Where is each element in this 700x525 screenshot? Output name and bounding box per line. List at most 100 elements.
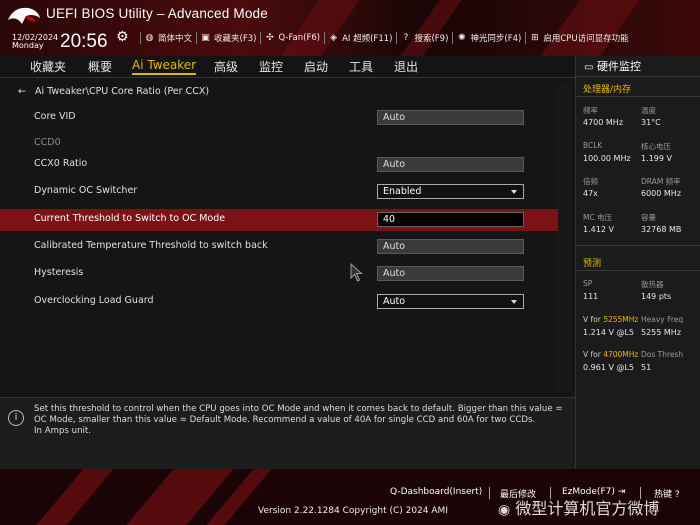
date-display: 12/02/2024 Monday xyxy=(12,34,58,50)
hardware-monitor-title: ▭ 硬件监控 xyxy=(584,58,641,74)
tab-boot[interactable]: 启动 xyxy=(304,58,328,75)
resizable-bar-label: 启用CPU访问显存功能 xyxy=(543,34,629,44)
tab-ai-tweaker[interactable]: Ai Tweaker xyxy=(132,58,197,75)
setting-label-hysteresis[interactable]: Hysteresis xyxy=(34,267,83,278)
v1-value: 1.214 V @L5 xyxy=(583,328,635,337)
ai-overclock-icon: ◈ xyxy=(330,32,338,43)
sp-label: SP xyxy=(583,279,593,288)
v1-prefix: V for xyxy=(583,315,601,324)
v2-value: 0.961 V @L5 xyxy=(583,363,635,372)
day-text: Monday xyxy=(12,41,44,50)
breadcrumb[interactable]: ← Ai Tweaker\CPU Core Ratio (Per CCX) xyxy=(18,86,209,97)
favorites-label: 收藏夹(F3) xyxy=(214,34,257,44)
setting-label-calibrated-temp-threshold[interactable]: Calibrated Temperature Threshold to swit… xyxy=(34,240,268,251)
help-icon: ? xyxy=(403,32,409,43)
time-display[interactable]: 20:56 xyxy=(60,31,108,53)
weibo-watermark: ◉ 微型计算机官方微博 xyxy=(498,495,659,519)
toolbar: ◍ 简体中文 ▣ 收藏夹(F3) ✣ Q-Fan(F6) ◈ AI 超频(F11) ? 搜… xyxy=(140,32,633,44)
core-voltage-value: 1.199 V xyxy=(641,154,672,163)
divider xyxy=(576,76,700,77)
current-threshold-input[interactable]: 40 xyxy=(377,212,524,227)
main-tabs: 收藏夹 概要 Ai Tweaker 高级 监控 启动 工具 退出 xyxy=(0,56,575,78)
dram-freq-value: 6000 MHz xyxy=(641,189,682,198)
memory-icon: ⊞ xyxy=(531,32,539,43)
monitor-icon: ▭ xyxy=(584,62,594,73)
heavy-freq-label: Heavy Freq xyxy=(641,315,684,324)
dram-freq-label: DRAM 频率 xyxy=(641,177,681,186)
hardware-monitor-panel: ▭ 硬件监控 处理器/内存 频率 温度 4700 MHz 31°C BCLK 核… xyxy=(575,56,700,469)
aura-sync-label: 神光同步(F4) xyxy=(470,34,522,44)
qfan-label: Q-Fan(F6) xyxy=(278,33,321,43)
sp-value: 111 xyxy=(583,292,599,301)
cooler-value: 149 pts xyxy=(641,292,672,301)
hardware-monitor-title-text: 硬件监控 xyxy=(596,60,641,73)
dynamic-oc-switcher-value: Enabled xyxy=(383,186,422,197)
heavy-freq-value: 5255 MHz xyxy=(641,328,682,337)
aura-sync-button[interactable]: ✺ 神光同步(F4) xyxy=(452,32,525,44)
freq-value: 4700 MHz xyxy=(583,118,624,127)
watermark-text: 微型计算机官方微博 xyxy=(515,499,660,518)
setting-label-current-threshold[interactable]: Current Threshold to Switch to OC Mode xyxy=(34,213,225,224)
qfan-button[interactable]: ✣ Q-Fan(F6) xyxy=(260,32,324,44)
ai-overclock-label: AI 超频(F11) xyxy=(342,34,393,44)
search-label: 搜索(F9) xyxy=(414,34,449,44)
cpu-memory-section-title: 处理器/内存 xyxy=(583,85,632,95)
setting-label-core-vid[interactable]: Core VID xyxy=(34,111,76,122)
search-button[interactable]: ? 搜索(F9) xyxy=(396,32,452,44)
ccx0-ratio-field[interactable]: Auto xyxy=(377,157,524,172)
v-for-dos-label: V for 4700MHz xyxy=(583,350,638,359)
dos-thresh-value: 51 xyxy=(641,363,652,372)
scrollbar-track[interactable] xyxy=(558,86,573,392)
mc-voltage-value: 1.412 V xyxy=(583,225,614,234)
fan-icon: ✣ xyxy=(266,32,274,43)
bclk-label: BCLK xyxy=(583,141,603,150)
gear-icon[interactable]: ⚙ xyxy=(116,30,130,44)
mc-voltage-label: MC 电压 xyxy=(583,213,613,222)
chevron-down-icon xyxy=(511,190,517,194)
divider xyxy=(576,270,700,271)
tab-favorites[interactable]: 收藏夹 xyxy=(30,58,66,75)
tab-main[interactable]: 概要 xyxy=(88,58,112,75)
core-voltage-label: 核心电压 xyxy=(641,142,671,151)
tab-exit[interactable]: 退出 xyxy=(394,58,418,75)
overclocking-load-guard-dropdown[interactable]: Auto xyxy=(377,294,524,309)
favorites-icon: ▣ xyxy=(201,32,210,43)
prediction-section-title: 预测 xyxy=(583,259,602,269)
capacity-value: 32768 MB xyxy=(641,225,682,234)
tab-advanced[interactable]: 高级 xyxy=(214,58,238,75)
help-icon: ? xyxy=(674,490,680,500)
ai-overclock-button[interactable]: ◈ AI 超频(F11) xyxy=(324,32,396,44)
tab-monitor[interactable]: 监控 xyxy=(259,58,283,75)
core-vid-field[interactable]: Auto xyxy=(377,110,524,125)
calibrated-temp-threshold-field[interactable]: Auto xyxy=(377,239,524,254)
v2-freq: 4700MHz xyxy=(603,350,639,359)
language-button[interactable]: ◍ 简体中文 xyxy=(140,32,196,44)
back-arrow-icon[interactable]: ← xyxy=(18,86,26,97)
setting-label-overclocking-load-guard[interactable]: Overclocking Load Guard xyxy=(34,295,154,306)
breadcrumb-path: Ai Tweaker\CPU Core Ratio (Per CCX) xyxy=(35,86,210,97)
resizable-bar-button[interactable]: ⊞ 启用CPU访问显存功能 xyxy=(525,32,632,44)
v1-freq: 5255MHz xyxy=(603,315,639,324)
cooler-label: 散热器 xyxy=(641,280,664,289)
weibo-logo-icon: ◉ xyxy=(498,502,511,518)
ratio-label: 倍频 xyxy=(583,177,598,186)
app-title: UEFI BIOS Utility – Advanced Mode xyxy=(46,6,268,21)
v-for-heavy-label: V for 5255MHz xyxy=(583,315,638,324)
divider xyxy=(489,487,490,499)
setting-label-dynamic-oc-switcher[interactable]: Dynamic OC Switcher xyxy=(34,185,137,196)
header-bar: UEFI BIOS Utility – Advanced Mode 12/02/… xyxy=(0,0,700,56)
favorites-button[interactable]: ▣ 收藏夹(F3) xyxy=(196,32,260,44)
tab-tool[interactable]: 工具 xyxy=(349,58,373,75)
dos-thresh-label: Dos Thresh xyxy=(641,350,684,359)
freq-label: 频率 xyxy=(583,106,598,115)
overclocking-load-guard-value: Auto xyxy=(383,296,406,307)
chevron-down-icon xyxy=(511,300,517,304)
dynamic-oc-switcher-dropdown[interactable]: Enabled xyxy=(377,184,524,199)
temp-value: 31°C xyxy=(641,118,661,127)
setting-label-ccx0-ratio[interactable]: CCX0 Ratio xyxy=(34,158,87,169)
ratio-value: 47x xyxy=(583,189,598,198)
qdashboard-button[interactable]: Q-Dashboard(Insert) xyxy=(390,487,482,497)
hysteresis-field[interactable]: Auto xyxy=(377,266,524,281)
capacity-label: 容量 xyxy=(641,213,656,222)
globe-icon: ◍ xyxy=(145,32,154,43)
